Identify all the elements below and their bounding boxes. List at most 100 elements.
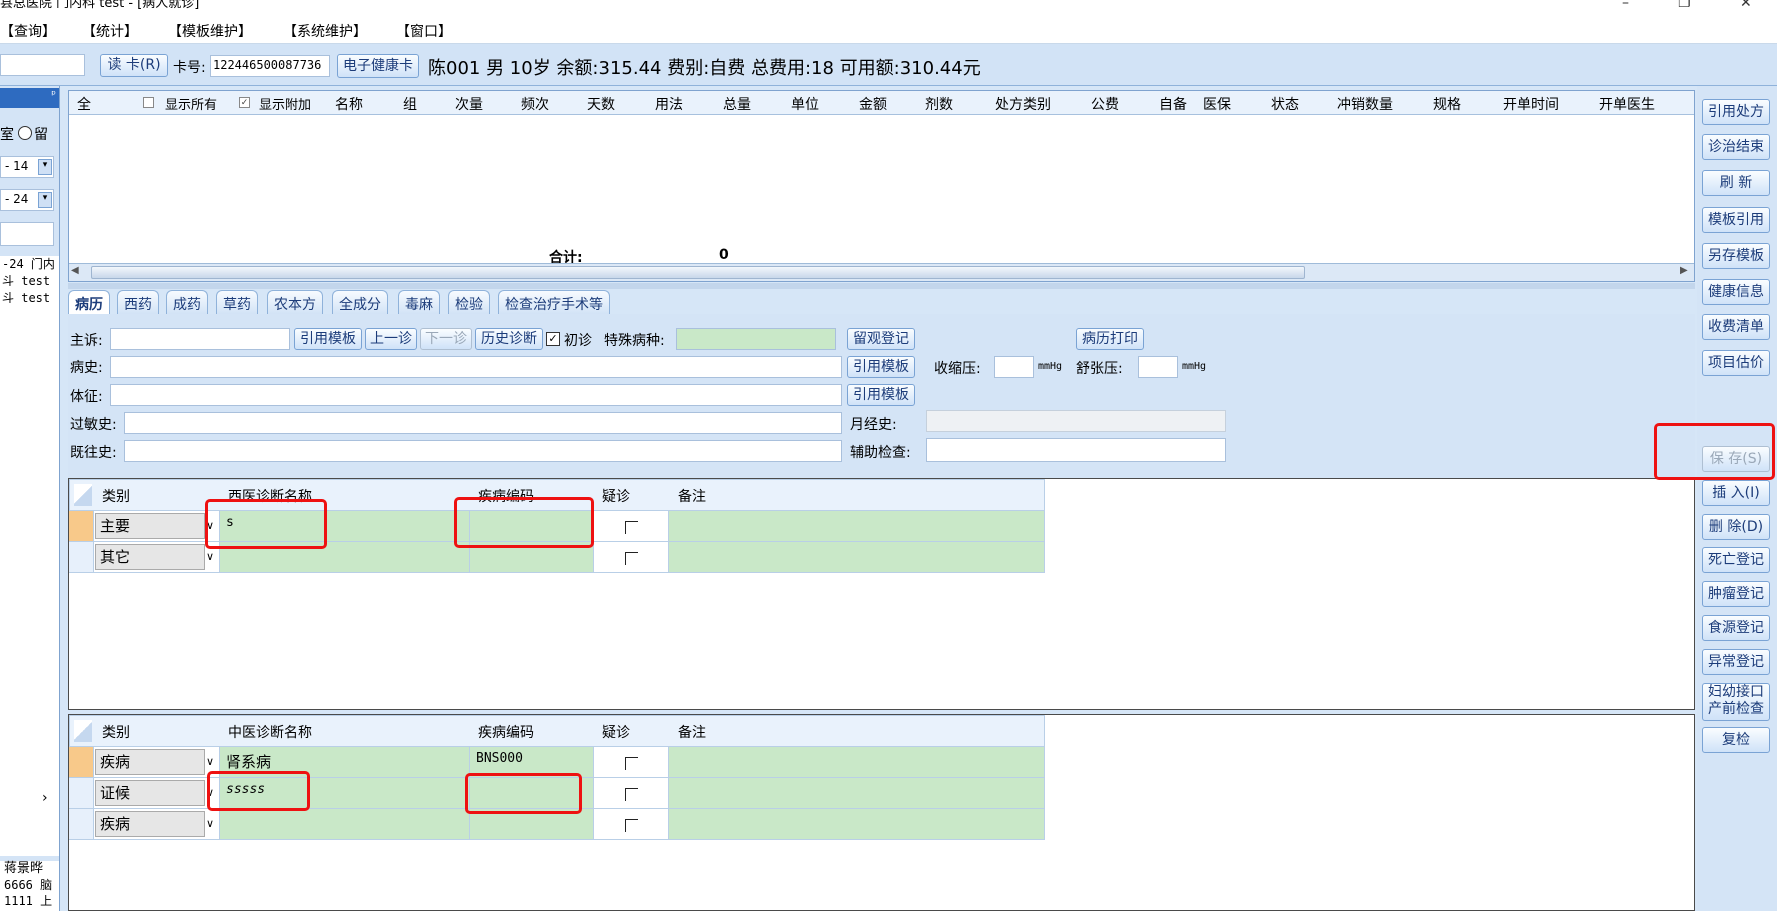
menu-query[interactable]: 【查询】 xyxy=(0,21,56,41)
tab-record[interactable]: 病历 xyxy=(68,290,110,314)
observe-register-button[interactable]: 留观登记 xyxy=(847,328,915,350)
table-cell[interactable] xyxy=(594,542,669,573)
suspected-checkbox[interactable] xyxy=(625,757,638,770)
health-card-button[interactable]: 电子健康卡 xyxy=(337,54,419,78)
table-cell[interactable] xyxy=(594,778,669,809)
row-selector[interactable] xyxy=(69,778,94,809)
past-history-field[interactable] xyxy=(124,440,842,462)
list-item[interactable]: 斗 test xyxy=(2,290,59,307)
suspected-checkbox[interactable] xyxy=(625,788,638,801)
chevron-down-icon[interactable]: ∨ xyxy=(206,755,214,768)
patient-list[interactable]: -24 门内 斗 test 斗 test xyxy=(0,256,59,856)
scroll-right-icon[interactable]: › xyxy=(42,790,48,806)
table-cell[interactable]: 疾病 ∨ xyxy=(94,809,220,840)
maximize-icon[interactable]: ❐ xyxy=(1678,0,1691,10)
horizontal-scrollbar[interactable]: ◀ ▶ xyxy=(69,263,1694,281)
search-input[interactable] xyxy=(0,54,85,76)
table-cell[interactable]: 证候 ∨ xyxy=(94,778,220,809)
record-print-button[interactable]: 病历打印 xyxy=(1076,328,1144,350)
prescription-grid[interactable]: 全 显示所有 ✓ 显示附加 名称 组 次量 频次 天数 用法 总量 单位 金额 … xyxy=(68,90,1695,282)
menu-statistics[interactable]: 【统计】 xyxy=(82,21,138,41)
finish-treatment-button[interactable]: 诊治结束 xyxy=(1702,134,1770,160)
suspected-checkbox[interactable] xyxy=(625,521,638,534)
scroll-right-icon[interactable]: ▶ xyxy=(1680,265,1688,276)
tab-full-ingredient[interactable]: 全成分 xyxy=(332,290,388,314)
item-estimate-button[interactable]: 项目估价 xyxy=(1702,350,1770,376)
radio-button[interactable] xyxy=(18,126,32,140)
scrollbar-thumb[interactable] xyxy=(91,266,1305,279)
tab-western-medicine[interactable]: 西药 xyxy=(117,290,159,314)
pin-icon[interactable]: ᵖ xyxy=(0,88,59,108)
delete-button[interactable]: 删 除(D) xyxy=(1702,514,1770,540)
list-item[interactable]: -24 门内 xyxy=(2,256,59,273)
row-selector[interactable] xyxy=(69,542,94,573)
left-search-field[interactable] xyxy=(0,222,54,246)
suspected-checkbox[interactable] xyxy=(625,819,638,832)
table-cell[interactable] xyxy=(220,809,470,840)
death-register-button[interactable]: 死亡登记 xyxy=(1702,547,1770,573)
table-cell[interactable] xyxy=(594,747,669,778)
date-to-dropdown-icon[interactable]: ▾ xyxy=(38,192,52,208)
cite-template-button[interactable]: 引用模板 xyxy=(294,328,362,350)
show-extra-checkbox[interactable]: ✓ xyxy=(239,97,250,108)
recheck-button[interactable]: 复检 xyxy=(1702,727,1770,753)
table-cell[interactable]: 主要 ∨ xyxy=(94,511,220,542)
insert-button[interactable]: 插 入(I) xyxy=(1702,480,1770,506)
health-info-button[interactable]: 健康信息 xyxy=(1702,279,1770,305)
tab-patent-medicine[interactable]: 成药 xyxy=(166,290,208,314)
table-cell[interactable] xyxy=(669,542,1045,573)
special-disease-field[interactable] xyxy=(676,328,836,350)
table-cell[interactable] xyxy=(669,747,1045,778)
row-selector[interactable] xyxy=(69,809,94,840)
template-cite-button[interactable]: 模板引用 xyxy=(1702,207,1770,233)
menu-window[interactable]: 【窗口】 xyxy=(396,21,452,41)
read-card-button[interactable]: 读 卡(R) xyxy=(100,54,168,77)
col-all[interactable]: 全 xyxy=(77,94,91,114)
prev-visit-button[interactable]: 上一诊 xyxy=(365,328,417,350)
table-cell[interactable] xyxy=(669,778,1045,809)
tab-exam-surgery[interactable]: 检查治疗手术等 xyxy=(498,290,610,314)
systolic-field[interactable] xyxy=(994,356,1034,378)
sign-field[interactable] xyxy=(110,384,842,406)
first-visit-checkbox[interactable]: ✓ xyxy=(546,332,560,346)
tumor-register-button[interactable]: 肿瘤登记 xyxy=(1702,581,1770,607)
tab-narcotics[interactable]: 毒麻 xyxy=(398,290,440,314)
select-all-corner[interactable] xyxy=(74,484,92,506)
menstrual-field[interactable] xyxy=(926,410,1226,432)
menu-system[interactable]: 【系统维护】 xyxy=(283,21,367,41)
table-cell[interactable] xyxy=(594,809,669,840)
table-cell[interactable]: 疾病 ∨ xyxy=(94,747,220,778)
save-as-template-button[interactable]: 另存模板 xyxy=(1702,243,1770,269)
tab-lab[interactable]: 检验 xyxy=(448,290,490,314)
foodborne-register-button[interactable]: 食源登记 xyxy=(1702,615,1770,641)
history-field[interactable] xyxy=(110,356,842,378)
date-from-dropdown-icon[interactable]: ▾ xyxy=(38,159,52,175)
refresh-button[interactable]: 刷 新 xyxy=(1702,170,1770,196)
maternal-prenatal-button[interactable]: 妇幼接口 产前检查 xyxy=(1702,683,1770,721)
table-cell[interactable] xyxy=(669,809,1045,840)
chevron-down-icon[interactable]: ∨ xyxy=(206,550,214,563)
suspected-checkbox[interactable] xyxy=(625,552,638,565)
cite-template-button-3[interactable]: 引用模板 xyxy=(847,384,915,406)
fee-list-button[interactable]: 收费清单 xyxy=(1702,314,1770,340)
minimize-icon[interactable]: – xyxy=(1622,0,1629,10)
abnormal-register-button[interactable]: 异常登记 xyxy=(1702,649,1770,675)
tcm-diagnosis-grid[interactable]: 类别 中医诊断名称 疾病编码 疑诊 备注 疾病 ∨ 肾系病 BNS000 证候 … xyxy=(68,714,1695,911)
close-icon[interactable]: ✕ xyxy=(1740,0,1752,10)
tab-farm-recipe[interactable]: 农本方 xyxy=(267,290,323,314)
cite-template-button-2[interactable]: 引用模板 xyxy=(847,356,915,378)
cite-prescription-button[interactable]: 引用处方 xyxy=(1702,99,1770,125)
table-cell[interactable] xyxy=(669,511,1045,542)
menu-template[interactable]: 【模板维护】 xyxy=(168,21,252,41)
row-selector[interactable] xyxy=(69,511,94,542)
chevron-down-icon[interactable]: ∨ xyxy=(206,817,214,830)
splitter[interactable] xyxy=(68,283,1695,289)
row-selector[interactable] xyxy=(69,747,94,778)
show-all-checkbox[interactable] xyxy=(143,97,154,108)
table-cell[interactable]: 其它 ∨ xyxy=(94,542,220,573)
history-diagnosis-button[interactable]: 历史诊断 xyxy=(475,328,543,350)
allergy-field[interactable] xyxy=(124,412,842,434)
table-cell[interactable] xyxy=(594,511,669,542)
next-visit-button[interactable]: 下一诊 xyxy=(420,328,472,350)
tab-herbal[interactable]: 草药 xyxy=(216,290,258,314)
